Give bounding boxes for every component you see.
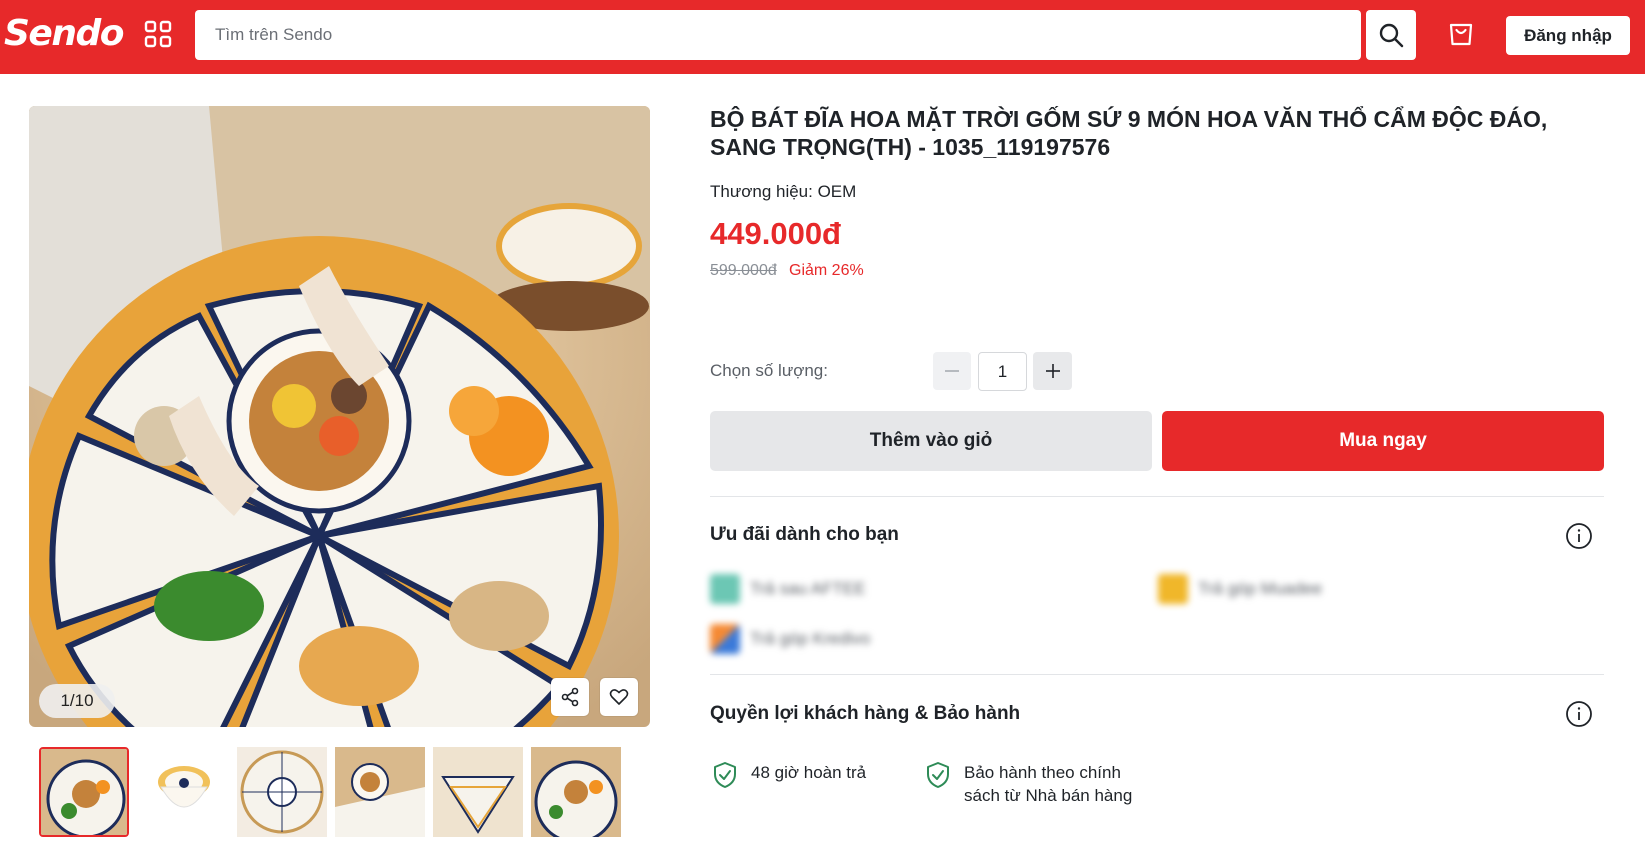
info-icon[interactable] [1565,522,1593,550]
quantity-decrease-button[interactable] [933,352,971,390]
thumbnail[interactable] [335,747,425,837]
favorite-button[interactable] [600,678,638,716]
thumbnail[interactable] [531,747,621,837]
thumbnail[interactable] [139,747,229,837]
product-brand: Thương hiệu: OEM [710,182,857,201]
product-price: 449.000đ [710,216,841,251]
login-button[interactable]: Đăng nhập [1506,16,1630,55]
offer-aftee[interactable]: Trả sau AFTEE [710,574,866,604]
plus-icon [1045,364,1060,378]
cart-button[interactable] [1443,16,1479,52]
benefit-text: 48 giờ hoàn trả [751,763,867,782]
image-counter: 1/10 [39,684,115,718]
top-header: Sendo Đăng nhập [0,0,1645,74]
search-icon [1379,23,1404,48]
original-price: 599.000đ [710,262,777,279]
benefits-title: Quyền lợi khách hàng & Bảo hành [710,703,1021,724]
product-main-image[interactable]: 1/10 [29,106,650,727]
quantity-input[interactable] [978,352,1027,391]
offer-kredivo[interactable]: Trả góp Kredivo [710,624,870,654]
muadee-icon [1158,574,1188,604]
benefit-text: Bảo hành theo chính [964,763,1121,782]
product-title: BỘ BÁT ĐĨA HOA MẶT TRỜI GỐM SỨ 9 MÓN HOA… [710,106,1548,160]
sendo-logo[interactable]: Sendo [4,12,124,56]
search-button[interactable] [1366,10,1416,60]
divider [710,496,1604,497]
benefit-warranty: Bảo hành theo chính sách từ Nhà bán hàng [925,761,1132,807]
buy-now-button[interactable]: Mua ngay [1162,411,1604,471]
discount-label: Giảm 26% [789,262,864,279]
divider [710,674,1604,675]
benefit-text: sách từ Nhà bán hàng [964,786,1133,805]
offers-title: Ưu đãi dành cho bạn [710,524,899,545]
share-icon [561,687,579,707]
quantity-increase-button[interactable] [1033,352,1072,390]
shopping-bag-icon [1449,23,1473,46]
shield-check-icon [714,762,736,788]
thumbnail-strip [39,747,650,837]
benefit-return: 48 giờ hoàn trả [712,761,866,789]
share-button[interactable] [551,678,589,716]
grid-icon[interactable] [144,20,172,48]
minus-icon [945,370,959,372]
search-input[interactable] [195,10,1361,60]
thumbnail[interactable] [433,747,523,837]
shield-check-icon [927,762,949,788]
aftee-icon [710,574,740,604]
add-to-cart-button[interactable]: Thêm vào giỏ [710,411,1152,471]
thumbnail[interactable] [39,747,129,837]
thumbnail[interactable] [237,747,327,837]
quantity-label: Chọn số lượng: [710,361,828,380]
offer-muadee[interactable]: Trả góp Muadee [1158,574,1322,604]
heart-icon [609,689,629,705]
kredivo-icon [710,624,740,654]
info-icon[interactable] [1565,700,1593,728]
